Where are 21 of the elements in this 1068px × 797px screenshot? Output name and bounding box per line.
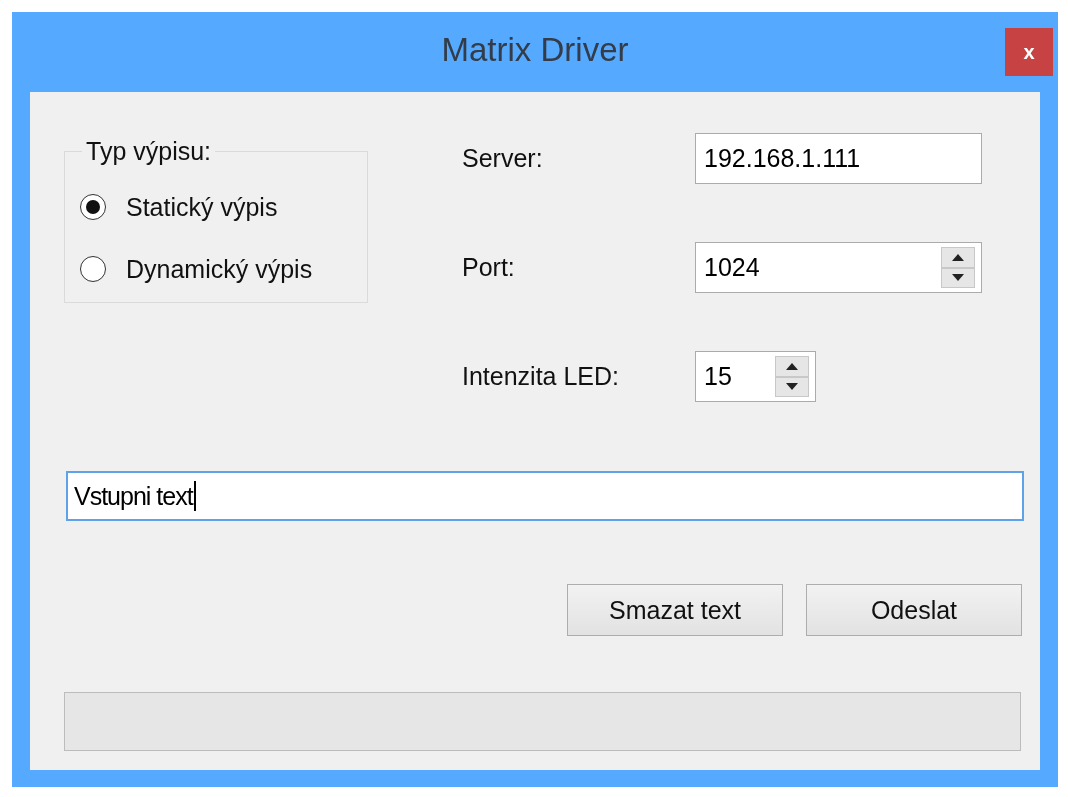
spin-up-button[interactable] <box>941 247 975 268</box>
radio-button[interactable] <box>80 194 106 220</box>
spin-up-button[interactable] <box>775 356 809 377</box>
radio-label[interactable]: Statický výpis <box>126 192 278 222</box>
radio-label[interactable]: Dynamický výpis <box>126 254 313 284</box>
action-button[interactable]: Odeslat <box>806 584 1022 636</box>
window-title: Matrix Driver <box>441 31 629 69</box>
field-label: Port: <box>462 253 516 282</box>
spin-down-button[interactable] <box>775 376 809 397</box>
field-label: Intenzita LED: <box>462 362 621 391</box>
action-button[interactable]: Smazat text <box>567 584 783 636</box>
text-cursor <box>193 481 196 511</box>
radio-button[interactable] <box>80 256 106 282</box>
spin-down-button[interactable] <box>941 267 975 288</box>
field-label: Server: <box>462 144 544 173</box>
input-field[interactable]: 15 <box>695 351 816 402</box>
input-field[interactable]: 192.168.1.111 <box>695 133 982 184</box>
input-field[interactable]: 1024 <box>695 242 982 293</box>
text-input[interactable]: Vstupni text <box>66 471 1024 521</box>
close-button[interactable]: x <box>1005 28 1053 76</box>
group-title: Typ výpisu: <box>86 137 212 165</box>
